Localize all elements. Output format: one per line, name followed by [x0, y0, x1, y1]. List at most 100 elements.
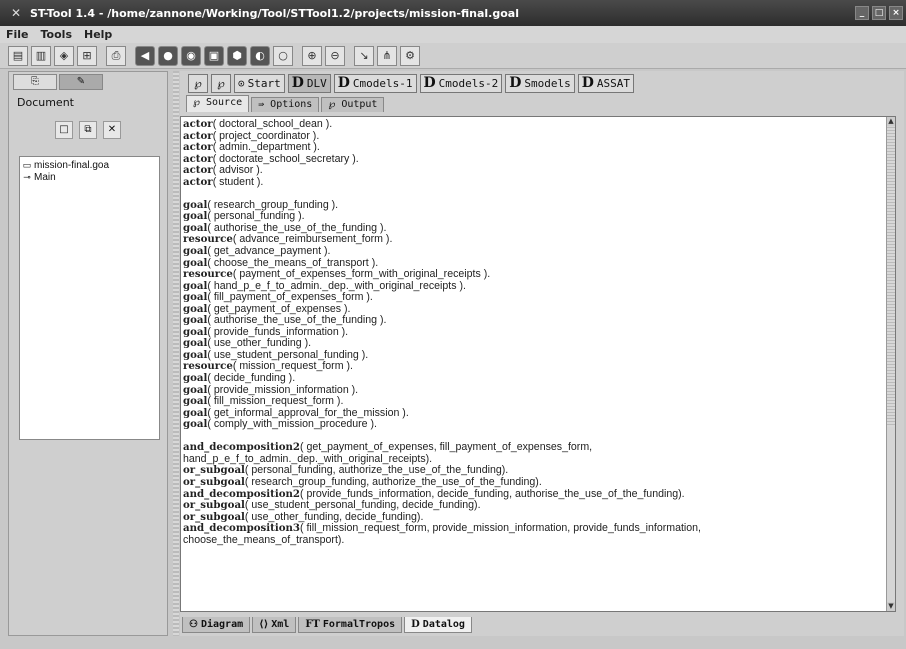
solver-assat-button[interactable]: D ASSAT — [577, 73, 635, 93]
softgoal-tool-icon[interactable]: ◐ — [250, 45, 270, 66]
source-text: ( fill_mission_request_form ). — [207, 395, 344, 408]
source-keyword: actor — [183, 164, 213, 177]
tab-output[interactable]: ℘ Output — [321, 97, 385, 112]
menu-file[interactable]: File — [6, 28, 29, 41]
tab-options[interactable]: ⇛ Options — [251, 97, 320, 112]
goal-tool-icon[interactable]: ● — [158, 45, 178, 66]
zoom-in-icon[interactable]: ⊕ — [302, 45, 322, 66]
tab-formaltropos[interactable]: FT FormalTropos — [298, 617, 403, 633]
tab-properties[interactable]: ✎ — [59, 74, 103, 90]
resource-tool-icon[interactable]: ▣ — [204, 45, 224, 66]
source-text: ( authorise_the_use_of_the_funding ). — [207, 314, 387, 327]
source-keyword: actor — [183, 141, 213, 154]
tab-xml[interactable]: ⟨⟩ Xml — [252, 617, 297, 633]
source-keyword: actor — [183, 152, 213, 165]
new-diagram-icon[interactable]: □ — [55, 121, 73, 139]
tab-label: Diagram — [200, 619, 244, 630]
source-text: ( provide_funds_information, decide_fund… — [300, 487, 685, 500]
window-titlebar: ✕ ST-Tool 1.4 - /home/zannone/Working/To… — [0, 0, 906, 26]
scroll-down-icon[interactable]: ▼ — [887, 602, 895, 611]
link-tool-icon[interactable]: ↘ — [354, 45, 374, 66]
source-keyword: goal — [183, 337, 208, 350]
source-line: choose_the_means_of_transport). — [183, 533, 893, 547]
parse-icon[interactable]: ℘ — [188, 73, 208, 93]
source-keyword: goal — [183, 302, 208, 315]
tab-label: FormalTropos — [322, 619, 396, 630]
tab-label: Datalog — [422, 619, 465, 630]
tab-diagram[interactable]: ⚇ Diagram — [182, 617, 251, 633]
solver-toolbar: ℘ ℘ ⊙ Start D DLV D Cmodels-1 D Cmodels-… — [180, 71, 904, 95]
output-icon: ℘ — [328, 99, 342, 110]
ellipse-tool-icon[interactable]: ○ — [273, 45, 293, 66]
editor-tabs: ℘ Source ⇛ Options ℘ Output — [180, 95, 904, 112]
menu-tools[interactable]: Tools — [41, 28, 72, 41]
menu-help[interactable]: Help — [84, 28, 112, 41]
tab-label: Output — [341, 99, 378, 110]
source-text: ( research_group_funding ). — [207, 198, 339, 211]
source-keyword: actor — [183, 129, 213, 142]
settings-icon[interactable]: ⚙ — [400, 45, 420, 66]
start-button[interactable]: ⊙ Start — [234, 73, 285, 93]
document-label: Document — [17, 96, 74, 109]
maximize-button[interactable]: □ — [872, 6, 886, 20]
copy-diagram-icon[interactable]: ⧉ — [79, 121, 97, 139]
decomposition-tool-icon[interactable]: ⋔ — [377, 45, 397, 66]
tab-label: Xml — [271, 619, 290, 630]
tree-item-project[interactable]: ▭ mission-final.goa — [20, 159, 159, 171]
source-editor[interactable]: actor( doctoral_school_dean ). actor( pro… — [180, 116, 896, 612]
tree-item-main[interactable]: ⊸ Main — [20, 171, 159, 183]
tab-source[interactable]: ℘ Source — [186, 95, 250, 112]
actor-tool-icon[interactable]: ◉ — [181, 45, 201, 66]
vertical-scrollbar[interactable]: ▲ ▼ — [886, 117, 895, 611]
zoom-out-icon[interactable]: ⊖ — [325, 45, 345, 66]
new-file-icon[interactable]: ▤ — [8, 45, 28, 66]
source-text: ( choose_the_means_of_transport ). — [207, 256, 379, 269]
datalog-icon: D — [509, 75, 522, 91]
close-button[interactable]: × — [889, 6, 903, 20]
source-text: ( advance_reimbursement_form ). — [232, 233, 393, 246]
solver-dlv-button[interactable]: D DLV — [287, 73, 331, 93]
solver-cmodels1-button[interactable]: D Cmodels-1 — [333, 73, 417, 93]
minimize-button[interactable]: _ — [855, 6, 869, 20]
delete-diagram-icon[interactable]: ✕ — [103, 121, 121, 139]
source-text: ( use_other_funding, decide_funding). — [244, 510, 424, 523]
parse-all-icon[interactable]: ℘ — [211, 73, 231, 93]
source-text: ( provide_mission_information ). — [207, 383, 359, 396]
source-text: ( admin._department ). — [212, 141, 320, 154]
solver-smodels-button[interactable]: D Smodels — [505, 73, 575, 93]
start-label: Start — [247, 76, 281, 90]
back-icon[interactable]: ◀ — [135, 45, 155, 66]
solver-cmodels2-button[interactable]: D Cmodels-2 — [419, 73, 503, 93]
solver-label: Cmodels-2 — [438, 76, 499, 90]
plan-tool-icon[interactable]: ⬢ — [227, 45, 247, 66]
source-line: actor( advisor ). — [183, 164, 893, 177]
source-code[interactable]: actor( doctoral_school_dean ). actor( pro… — [183, 118, 893, 547]
source-keyword: goal — [183, 256, 208, 269]
scroll-up-icon[interactable]: ▲ — [887, 117, 895, 126]
open-file-icon[interactable]: ▥ — [31, 45, 51, 66]
main-toolbar: ▤ ▥ ◈ ⊞ ⎙ ◀ ● ◉ ▣ ⬢ ◐ ○ ⊕ ⊖ ↘ ⋔ ⚙ — [0, 43, 906, 69]
panel-splitter[interactable] — [173, 71, 179, 636]
diagram-icon: ⚇ — [189, 619, 198, 630]
print-icon[interactable]: ⎙ — [106, 45, 126, 66]
source-text: ( use_student_personal_funding ). — [207, 348, 369, 361]
source-keyword: resource — [183, 233, 233, 246]
diagram-icon: ⊸ — [23, 171, 31, 182]
save-icon[interactable]: ◈ — [54, 45, 74, 66]
source-keyword: goal — [183, 325, 208, 338]
source-text: ( project_coordinator ). — [212, 129, 320, 142]
source-keyword: or_subgoal — [183, 510, 245, 523]
source-keyword: goal — [183, 418, 208, 431]
source-text: choose_the_means_of_transport). — [183, 533, 345, 546]
source-text: ( get_advance_payment ). — [207, 245, 331, 258]
tab-document[interactable]: ⎘ — [13, 74, 57, 90]
source-text: ( hand_p_e_f_to_admin._dep._with_origina… — [207, 279, 466, 292]
source-keyword: or_subgoal — [183, 475, 245, 488]
source-keyword: and_decomposition2 — [183, 487, 300, 500]
scroll-thumb[interactable] — [887, 127, 895, 427]
tab-label: Options — [270, 99, 313, 110]
source-keyword: or_subgoal — [183, 464, 245, 477]
save-as-icon[interactable]: ⊞ — [77, 45, 97, 66]
editor-panel: ℘ ℘ ⊙ Start D DLV D Cmodels-1 D Cmodels-… — [180, 71, 904, 636]
tab-datalog[interactable]: D Datalog — [404, 617, 472, 633]
